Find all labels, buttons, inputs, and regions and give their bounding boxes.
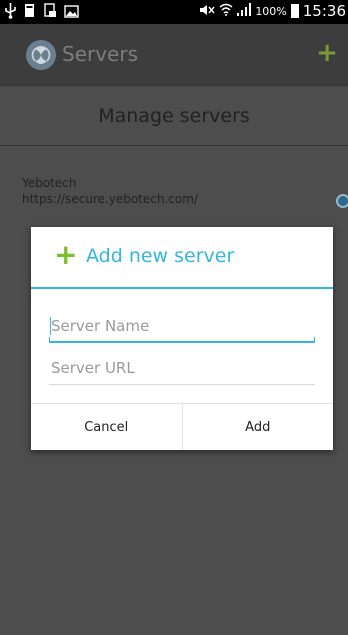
dialog-header: + Add new server: [31, 227, 333, 289]
app-title: Servers: [62, 42, 139, 66]
sd-card-icon: [24, 3, 37, 19]
action-bar: Servers +: [0, 24, 348, 86]
add-server-dialog: + Add new server Cancel Add: [31, 227, 333, 450]
app-logo-icon[interactable]: [26, 40, 56, 70]
document-icon: [44, 3, 57, 19]
clock: 15:36: [302, 2, 346, 20]
mute-icon: [199, 4, 215, 19]
image-icon: [64, 3, 79, 19]
battery-percent: 100%: [255, 4, 287, 18]
cancel-button[interactable]: Cancel: [31, 404, 183, 450]
add-button[interactable]: Add: [183, 404, 334, 450]
server-name[interactable]: Yebotech: [22, 176, 76, 190]
status-icons: 100% 15:36: [199, 2, 346, 20]
field-underline: [49, 337, 315, 343]
server-url-field[interactable]: [49, 353, 315, 385]
add-icon: +: [54, 238, 78, 271]
wifi-icon: [219, 3, 233, 19]
dialog-title: Add new server: [86, 245, 235, 267]
server-url-input[interactable]: [49, 353, 315, 383]
text-cursor: [50, 317, 51, 335]
add-server-button[interactable]: +: [316, 38, 338, 68]
server-select-radio[interactable]: [336, 194, 348, 208]
dialog-buttons: Cancel Add: [31, 403, 333, 450]
status-bar: 100% 15:36: [0, 0, 348, 24]
battery-icon: [290, 4, 299, 18]
server-name-field[interactable]: [49, 311, 315, 343]
page-title: Manage servers: [0, 86, 348, 146]
field-underline: [49, 384, 315, 385]
server-name-input[interactable]: [49, 311, 315, 341]
signal-icon: [237, 3, 252, 19]
server-url[interactable]: https://secure.yebotech.com/: [22, 192, 198, 206]
usb-icon: [4, 3, 17, 19]
notification-icons: [4, 3, 79, 19]
